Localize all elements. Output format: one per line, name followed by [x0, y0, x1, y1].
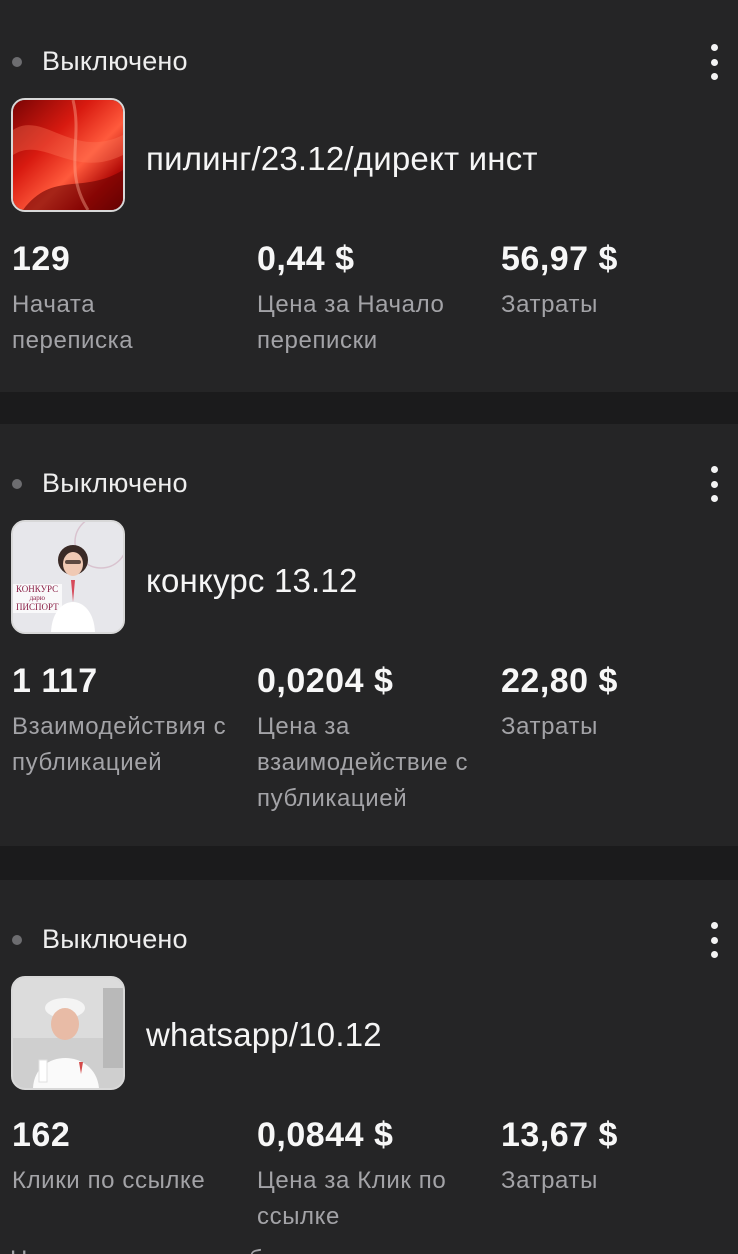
metric-value: 22,80 $: [501, 662, 618, 700]
status-dot-icon: [12, 934, 22, 945]
status-dot-icon: [12, 56, 22, 67]
ad-name: конкурс 13.12: [146, 562, 358, 599]
metric-label: Начата переписка: [12, 291, 134, 354]
metric-value: 0,0204 $: [257, 662, 394, 700]
campaign-card-1[interactable]: Выключено пилинг/23.12/директ инст 129 Н…: [0, 0, 738, 392]
status-text: Выключено: [42, 46, 188, 76]
more-options-button[interactable]: [704, 922, 724, 958]
more-options-button[interactable]: [704, 466, 724, 502]
ad-thumbnail[interactable]: [11, 98, 125, 212]
metric-value: 13,67 $: [501, 1116, 618, 1154]
metric-spend: 56,97 $ Затраты: [501, 240, 738, 323]
metric-results: 1 117 Взаимодействия с публикацией: [12, 662, 252, 781]
metric-value: 1 117: [12, 662, 98, 700]
woman-portrait-image: [13, 522, 123, 632]
metric-label: Цена за Клик по ссылке: [257, 1167, 447, 1230]
cut-off-caption: Начата переписка с бизнесом: [10, 1242, 360, 1254]
metric-label: Цена за взаимодействие с публикацией: [257, 713, 469, 812]
more-options-button[interactable]: [704, 44, 724, 80]
metric-spend: 22,80 $ Затраты: [501, 662, 738, 745]
metric-value: 56,97 $: [501, 240, 618, 278]
more-vertical-icon: [710, 466, 718, 473]
metric-results: 129 Начата переписка: [12, 240, 252, 359]
metric-label: Затраты: [501, 713, 598, 740]
metric-spend: 13,67 $ Затраты: [501, 1116, 738, 1199]
red-silk-image: [13, 100, 123, 210]
status-row: Выключено: [12, 46, 188, 77]
status-dot-icon: [12, 478, 22, 489]
status-text: Выключено: [42, 924, 188, 954]
metric-value: 129: [12, 240, 71, 278]
woman-photo-image: [13, 978, 123, 1088]
status-text: Выключено: [42, 468, 188, 498]
thumbnail-caption: КОНКУРС дарю ПИСПОРТ: [13, 584, 62, 613]
metric-cost-per-result: 0,0204 $ Цена за взаимодействие с публик…: [257, 662, 497, 817]
status-row: Выключено: [12, 468, 188, 499]
metric-value: 0,0844 $: [257, 1116, 394, 1154]
metric-cost-per-result: 0,0844 $ Цена за Клик по ссылке: [257, 1116, 497, 1235]
more-vertical-icon: [710, 44, 718, 51]
campaign-card-3[interactable]: Выключено whatsapp/10.12 162 Клики по сс…: [0, 880, 738, 1254]
more-vertical-icon: [710, 922, 718, 929]
metric-label: Затраты: [501, 1167, 598, 1194]
ad-thumbnail[interactable]: [11, 976, 125, 1090]
ad-thumbnail[interactable]: КОНКУРС дарю ПИСПОРТ: [11, 520, 125, 634]
metric-cost-per-result: 0,44 $ Цена за Начало переписки: [257, 240, 497, 359]
ad-name: пилинг/23.12/директ инст: [146, 140, 538, 177]
metric-value: 162: [12, 1116, 71, 1154]
metric-results: 162 Клики по ссылке: [12, 1116, 252, 1199]
ad-name: whatsapp/10.12: [146, 1016, 382, 1053]
metric-label: Затраты: [501, 291, 598, 318]
metric-label: Взаимодействия с публикацией: [12, 713, 227, 776]
campaign-card-2[interactable]: Выключено КОНКУРС дарю ПИСПОРТ конкурс 1…: [0, 424, 738, 846]
metric-label: Цена за Начало переписки: [257, 291, 445, 354]
metric-label: Клики по ссылке: [12, 1167, 206, 1194]
status-row: Выключено: [12, 924, 188, 955]
metric-value: 0,44 $: [257, 240, 355, 278]
